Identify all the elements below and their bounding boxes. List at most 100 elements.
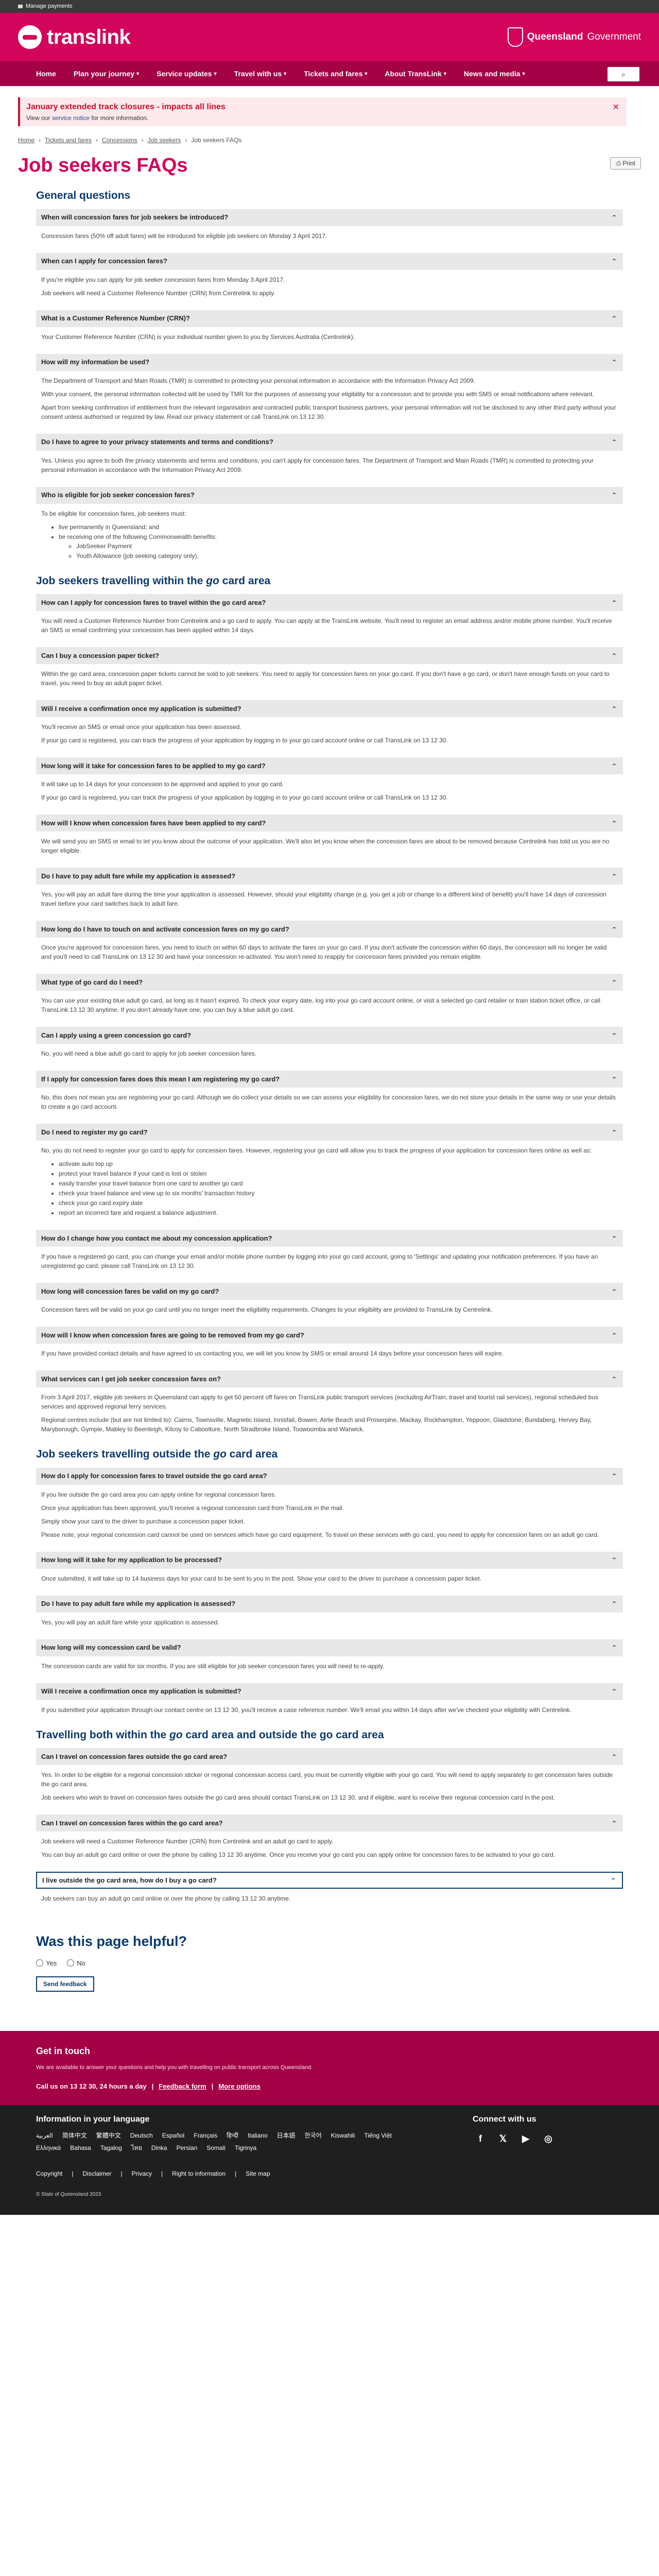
service-notice-link[interactable]: service notice [52,114,90,122]
faq-question[interactable]: Will I receive a confirmation once my ap… [36,700,623,717]
youtube-icon[interactable]: ▶ [518,2131,533,2146]
nav-news[interactable]: News and media ▾ [464,69,525,79]
breadcrumb-concessions[interactable]: Concessions [102,135,137,145]
language-link[interactable]: 日本語 [277,2131,296,2140]
faq-question[interactable]: Do I have to agree to your privacy state… [36,433,623,451]
faq-question[interactable]: What services can I get job seeker conce… [36,1370,623,1387]
footer-link[interactable]: Right to information [172,2169,226,2178]
faq-answer: The concession cards are valid for six m… [36,1656,623,1676]
answer-list-item: live permanently in Queensland; and [59,522,618,532]
faq-question[interactable]: Do I have to pay adult fare while my app… [36,868,623,885]
language-link[interactable]: Español [162,2131,184,2140]
language-link[interactable]: 繁體中文 [96,2131,121,2140]
language-link[interactable]: Kiswahili [331,2131,355,2140]
faq-question[interactable]: How do I change how you contact me about… [36,1230,623,1247]
faq-question[interactable]: How long will it take for concession far… [36,757,623,774]
nav-about[interactable]: About TransLink ▾ [385,69,446,79]
facebook-icon[interactable]: f [473,2131,488,2146]
manage-payments-link[interactable]: Manage payments [26,2,73,11]
nav-plan-journey[interactable]: Plan your journey ▾ [74,69,139,79]
faq-question[interactable]: Do I need to register my go card? [36,1124,623,1141]
breadcrumb-home[interactable]: Home [18,135,34,145]
language-link[interactable]: Tagalog [100,2143,122,2153]
faq-question[interactable]: Can I travel on concession fares within … [36,1815,623,1832]
faq-question[interactable]: How can I apply for concession fares to … [36,594,623,611]
language-link[interactable]: Persian [177,2143,198,2153]
faq-question[interactable]: How will I know when concession fares ha… [36,815,623,832]
more-options-link[interactable]: More options [218,2081,261,2092]
faq-question[interactable]: How long will it take for my application… [36,1551,623,1569]
faq-question[interactable]: How do I apply for concession fares to t… [36,1467,623,1485]
no-radio[interactable]: No [67,1958,85,1969]
faq-question[interactable]: Do I have to pay adult fare while my app… [36,1595,623,1613]
faq-question[interactable]: Will I receive a confirmation once my ap… [36,1683,623,1700]
faq-question[interactable]: When can I apply for concession fares? [36,252,623,270]
language-link[interactable]: Tigrinya [235,2143,256,2153]
faq-answer: If you submitted your application throug… [36,1700,623,1720]
yes-radio[interactable]: Yes [36,1958,57,1969]
search-button[interactable]: ⌕ [608,67,639,81]
nav-service-updates[interactable]: Service updates ▾ [157,69,216,79]
language-link[interactable]: العربية [36,2131,53,2140]
translink-logo[interactable]: translink [18,22,131,53]
answer-paragraph: Job seekers can buy an adult go card onl… [41,1895,291,1902]
chevron-down-icon: ▾ [284,71,287,77]
footer-link[interactable]: Copyright [36,2169,62,2178]
section-heading-text: Job seekers travelling within the [36,574,206,587]
faq-question[interactable]: What type of go card do I need? [36,974,623,991]
touch-desc: We are available to answer your question… [36,2064,313,2071]
faq-question[interactable]: How long do I have to touch on and activ… [36,921,623,938]
nav-tickets-fares[interactable]: Tickets and fares ▾ [304,69,367,79]
send-feedback-button[interactable]: Send feedback [36,1976,94,1992]
faq-question[interactable]: Who is eligible for job seeker concessio… [36,486,623,504]
faq-question[interactable]: If I apply for concession fares does thi… [36,1071,623,1088]
faq-question[interactable]: How long will my concession card be vali… [36,1639,623,1656]
language-link[interactable]: Français [194,2131,217,2140]
faq-question[interactable]: Can I apply using a green concession go … [36,1027,623,1044]
print-button[interactable]: ⎙ Print [610,157,641,170]
faq-question[interactable]: I live outside the go card area, how do … [36,1872,623,1889]
nav-travel-with-us[interactable]: Travel with us ▾ [234,69,287,79]
copyright: © State of Queensland 2023 [36,2192,101,2197]
faq-question[interactable]: How long will concession fares be valid … [36,1283,623,1300]
faq-question[interactable]: How will I know when concession fares ar… [36,1327,623,1344]
language-link[interactable]: ไทย [131,2143,142,2153]
twitter-icon[interactable]: 𝕏 [495,2131,511,2146]
language-link[interactable]: 한국어 [305,2131,322,2140]
language-link[interactable]: Bahasa [70,2143,91,2153]
language-link[interactable]: 简体中文 [62,2131,87,2140]
faq-answer: The Department of Transport and Main Roa… [36,371,623,427]
feedback-form-link[interactable]: Feedback form [159,2081,206,2092]
answer-paragraph: Apart from seeking confirmation of entit… [41,403,616,420]
faq-question[interactable]: Can I travel on concession fares outside… [36,1748,623,1765]
answer-paragraph: No, this does not mean you are registeri… [41,1094,616,1110]
feedback-section: Was this page helpful? Yes No Send feedb… [36,1931,659,1992]
language-link[interactable]: हिन्दी [227,2131,238,2140]
footer-link[interactable]: Privacy [132,2169,152,2178]
language-link[interactable]: Dinka [151,2143,167,2153]
section-heading-text: General questions [36,190,131,201]
faq-question[interactable]: Can I buy a concession paper ticket? [36,647,623,664]
footer-link[interactable]: Site map [246,2169,270,2178]
answer-sublist-item: JobSeeker Payment [76,541,618,551]
language-link[interactable]: Ελληνικά [36,2143,61,2153]
close-icon[interactable]: ✕ [613,101,619,114]
connect-title: Connect with us [473,2115,536,2124]
faq-question[interactable]: When will concession fares for job seeke… [36,209,623,226]
section-heading-suffix: card area [226,1448,278,1460]
breadcrumb-job-seekers[interactable]: Job seekers [148,135,181,145]
answer-paragraph: Your Customer Reference Number (CRN) is … [41,333,355,341]
footer-link[interactable]: Disclaimer [82,2169,111,2178]
instagram-icon[interactable]: ◎ [541,2131,556,2146]
language-link[interactable]: Tiếng Việt [364,2131,391,2140]
breadcrumb-tickets[interactable]: Tickets and fares [45,135,92,145]
faq-question[interactable]: How will my information be used? [36,353,623,371]
language-link[interactable]: Italiano [248,2131,268,2140]
nav-home[interactable]: Home [36,69,56,79]
faq-question[interactable]: What is a Customer Reference Number (CRN… [36,310,623,327]
answer-paragraph: Within the go card area, concession pape… [41,670,610,687]
language-link[interactable]: Somali [206,2143,226,2153]
call-us-text: Call us on 13 12 30, 24 hours a day [36,2082,147,2090]
qld-gov-logo[interactable]: Queensland Government [507,27,641,47]
language-link[interactable]: Deutsch [130,2131,153,2140]
